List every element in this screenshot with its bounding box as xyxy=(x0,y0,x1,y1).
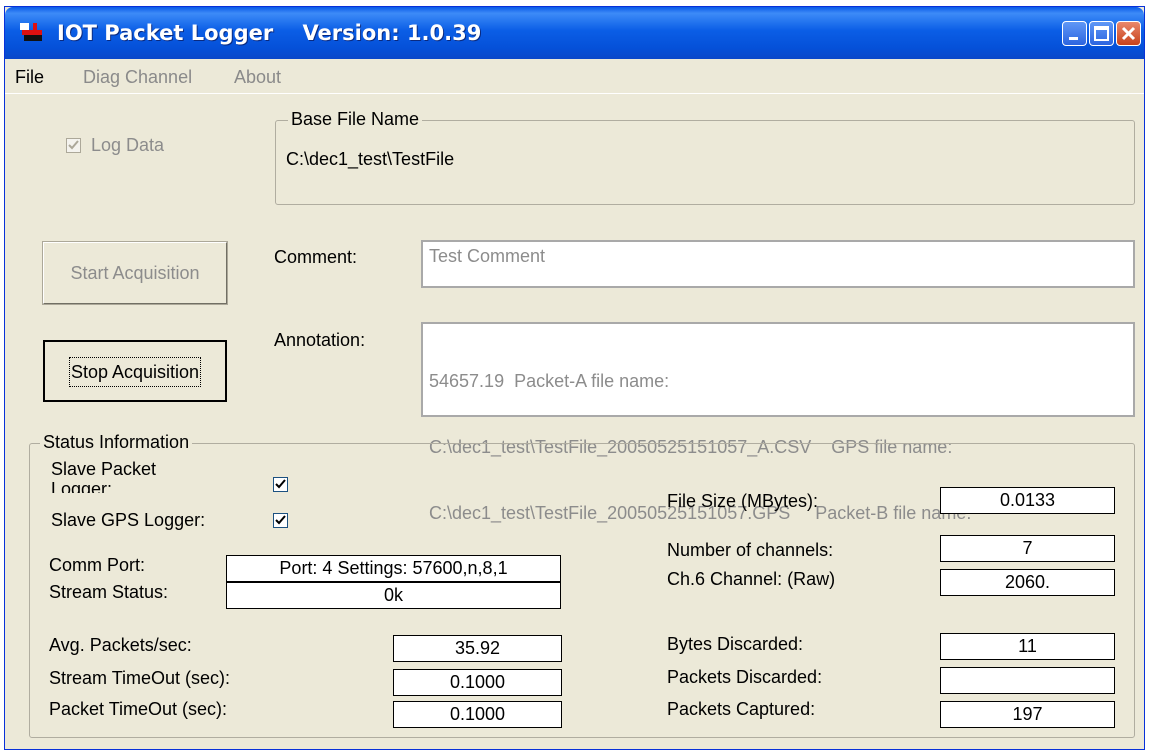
bytes-discarded-label: Bytes Discarded: xyxy=(667,634,804,654)
stop-acquisition-label: Stop Acquisition xyxy=(68,357,202,387)
slave-packet-logger-label: Slave Packet Logger: xyxy=(51,459,157,493)
menu-diag-channel[interactable]: Diag Channel xyxy=(83,67,192,88)
number-of-channels-label: Number of channels: xyxy=(667,540,834,560)
base-file-name-value: C:\dec1_test\TestFile xyxy=(286,149,455,169)
stream-status-value: 0k xyxy=(226,582,561,609)
comm-port-value: Port: 4 Settings: 57600,n,8,1 xyxy=(226,555,561,582)
checkmark-icon xyxy=(275,479,286,489)
checkmark-icon xyxy=(68,140,79,150)
bytes-discarded-value: 11 xyxy=(940,633,1115,660)
annotation-field[interactable]: 54657.19 Packet-A file name: C:\dec1_tes… xyxy=(421,322,1135,523)
stream-status-label: Stream Status: xyxy=(49,582,169,602)
annotation-line: 54657.19 Packet-A file name: xyxy=(429,371,670,391)
packets-discarded-label: Packets Discarded: xyxy=(667,667,823,687)
ch6-channel-label: Ch.6 Channel: (Raw) xyxy=(667,569,836,589)
comment-field[interactable]: Test Comment xyxy=(421,240,1135,288)
minimize-icon xyxy=(1069,37,1078,40)
annotation-label: Annotation: xyxy=(274,330,366,350)
number-of-channels-value: 7 xyxy=(940,535,1115,562)
packets-captured-value: 197 xyxy=(940,701,1115,728)
title-bar[interactable]: IOT Packet Logger Version: 1.0.39 xyxy=(5,7,1144,59)
stop-acquisition-button[interactable]: Stop Acquisition xyxy=(43,340,227,402)
base-file-name-group: Base File Name C:\dec1_test\TestFile xyxy=(275,109,1135,205)
logger-icon xyxy=(20,23,42,41)
window-title: IOT Packet Logger Version: 1.0.39 xyxy=(57,21,482,45)
minimize-button[interactable] xyxy=(1062,21,1087,46)
stream-timeout-value: 0.1000 xyxy=(393,669,562,696)
packets-captured-label: Packets Captured: xyxy=(667,699,816,719)
start-acquisition-button[interactable]: Start Acquisition xyxy=(42,241,228,305)
slave-gps-logger-checkbox[interactable] xyxy=(273,513,288,528)
comment-label: Comment: xyxy=(274,247,358,267)
slave-packet-logger-label-box: Slave Packet Logger: xyxy=(51,459,251,493)
file-size-label: File Size (MBytes): xyxy=(667,491,819,511)
maximize-icon xyxy=(1094,26,1109,41)
file-size-value: 0.0133 xyxy=(940,487,1115,514)
app-window: IOT Packet Logger Version: 1.0.39 File D… xyxy=(4,6,1145,750)
close-icon xyxy=(1121,26,1136,41)
packets-discarded-value xyxy=(940,667,1115,694)
menu-file[interactable]: File xyxy=(15,67,44,88)
slave-packet-logger-checkbox[interactable] xyxy=(273,477,288,492)
menu-about[interactable]: About xyxy=(234,67,281,88)
packet-timeout-label: Packet TimeOut (sec): xyxy=(49,699,228,719)
close-button[interactable] xyxy=(1116,21,1141,46)
menu-bar: File Diag Channel About xyxy=(5,59,1144,94)
checkmark-icon xyxy=(275,515,286,525)
status-information-label: Status Information xyxy=(40,432,193,453)
avg-packets-label: Avg. Packets/sec: xyxy=(49,635,192,655)
comm-port-label: Comm Port: xyxy=(49,555,146,575)
packet-timeout-value: 0.1000 xyxy=(393,701,562,728)
avg-packets-value: 35.92 xyxy=(393,635,562,662)
log-data-label: Log Data xyxy=(91,135,165,155)
stream-timeout-label: Stream TimeOut (sec): xyxy=(49,668,231,688)
ch6-channel-value: 2060. xyxy=(940,569,1115,596)
log-data-checkbox[interactable] xyxy=(66,138,81,153)
base-file-name-label: Base File Name xyxy=(288,109,423,130)
maximize-button[interactable] xyxy=(1089,21,1114,46)
slave-gps-logger-label: Slave GPS Logger: xyxy=(51,510,206,530)
